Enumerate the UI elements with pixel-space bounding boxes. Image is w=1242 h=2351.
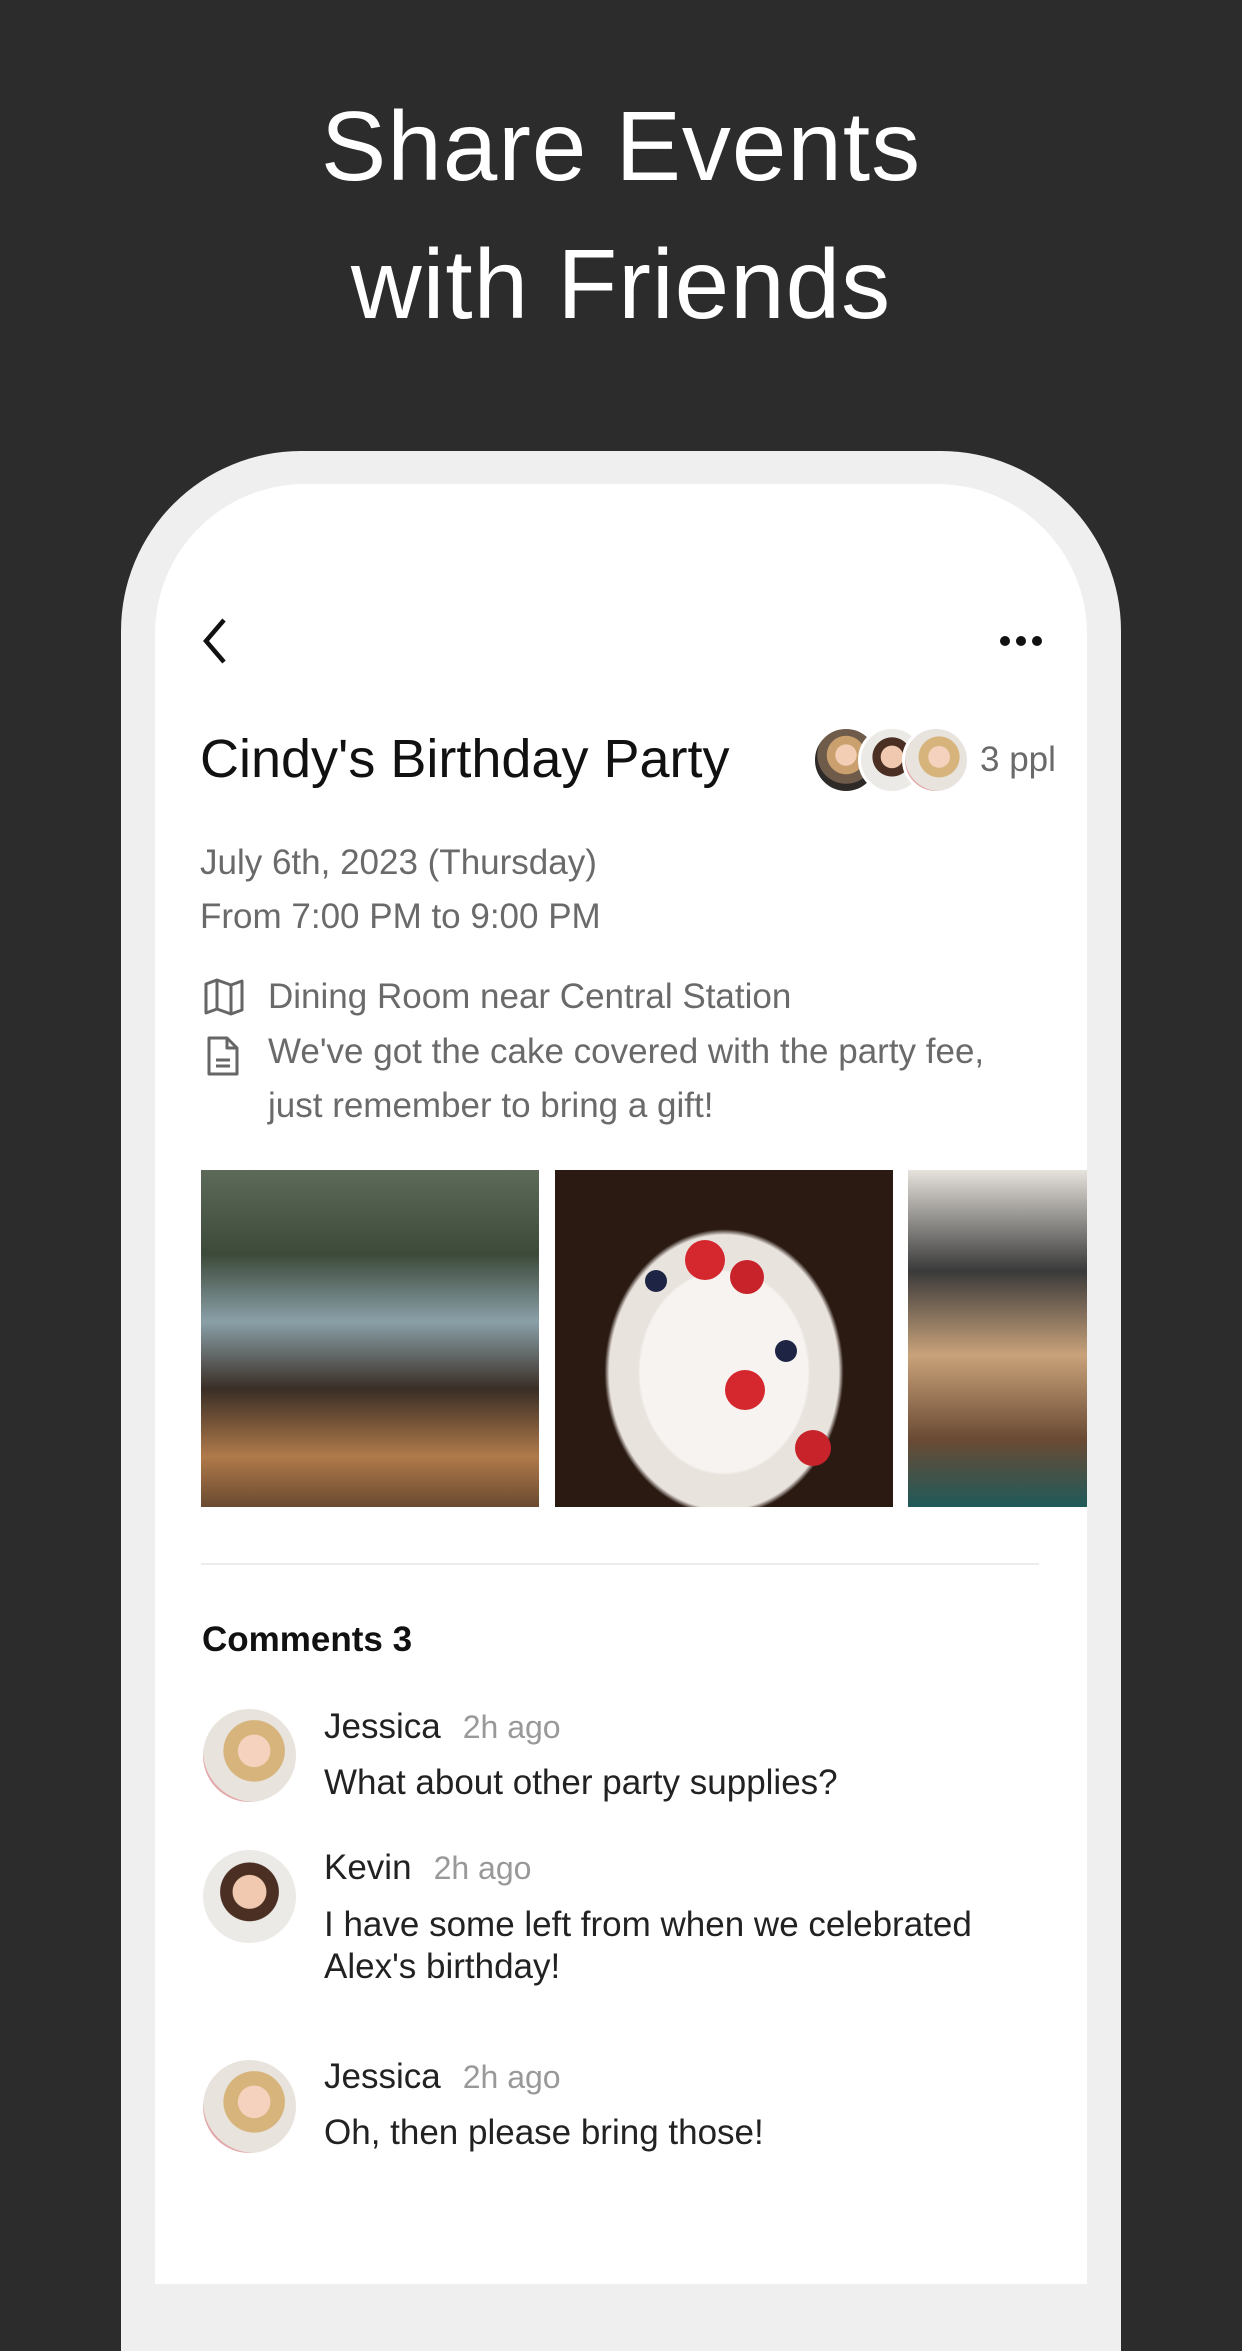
- event-photo-cake[interactable]: [555, 1170, 893, 1507]
- event-note-line-1: We've got the cake covered with the part…: [268, 1032, 985, 1071]
- event-title: Cindy's Birthday Party: [200, 729, 730, 789]
- divider: [201, 1563, 1039, 1565]
- comment-text: I have some left from when we celebrated…: [324, 1905, 972, 1986]
- decoration: [645, 1270, 667, 1292]
- comment-time: 2h ago: [433, 1850, 532, 1886]
- event-time: From 7:00 PM to 9:00 PM: [200, 897, 601, 936]
- comment-text: Oh, then please bring those!: [324, 2113, 764, 2152]
- decoration: [795, 1430, 831, 1466]
- decoration: [730, 1260, 764, 1294]
- event-date: July 6th, 2023 (Thursday): [200, 843, 597, 882]
- event-location: Dining Room near Central Station: [268, 977, 792, 1016]
- comment-text: What about other party supplies?: [324, 1763, 838, 1802]
- comment-author[interactable]: Jessica: [324, 1707, 441, 1746]
- ellipsis-icon: [1000, 636, 1042, 646]
- decoration: [685, 1240, 725, 1280]
- avatar[interactable]: [203, 1709, 296, 1802]
- avatar[interactable]: [203, 1850, 296, 1943]
- back-button[interactable]: [196, 614, 236, 668]
- decoration: [775, 1340, 797, 1362]
- avatar[interactable]: [203, 2060, 296, 2153]
- more-button[interactable]: [998, 630, 1044, 652]
- event-photo-restaurant[interactable]: [201, 1170, 539, 1507]
- attendees-count: 3 ppl: [980, 740, 1056, 779]
- comment-header: Jessica 2h ago: [324, 1707, 561, 1747]
- event-photo-cafe[interactable]: [908, 1170, 1087, 1507]
- comments-title: Comments 3: [202, 1620, 413, 1659]
- comment-time: 2h ago: [462, 1709, 561, 1745]
- comment-time: 2h ago: [462, 2059, 561, 2095]
- headline-line-2: with Friends: [350, 229, 892, 339]
- avatar: [902, 726, 970, 794]
- comment-header: Kevin 2h ago: [324, 1848, 531, 1888]
- comment-author[interactable]: Kevin: [324, 1848, 412, 1887]
- comment-header: Jessica 2h ago: [324, 2057, 561, 2097]
- headline-line-1: Share Events: [320, 91, 922, 201]
- map-icon: [204, 978, 244, 1021]
- document-icon: [206, 1035, 240, 1082]
- chevron-left-icon: [203, 618, 226, 664]
- comment-author[interactable]: Jessica: [324, 2057, 441, 2096]
- decoration: [725, 1370, 765, 1410]
- event-note-line-2: just remember to bring a gift!: [268, 1086, 714, 1125]
